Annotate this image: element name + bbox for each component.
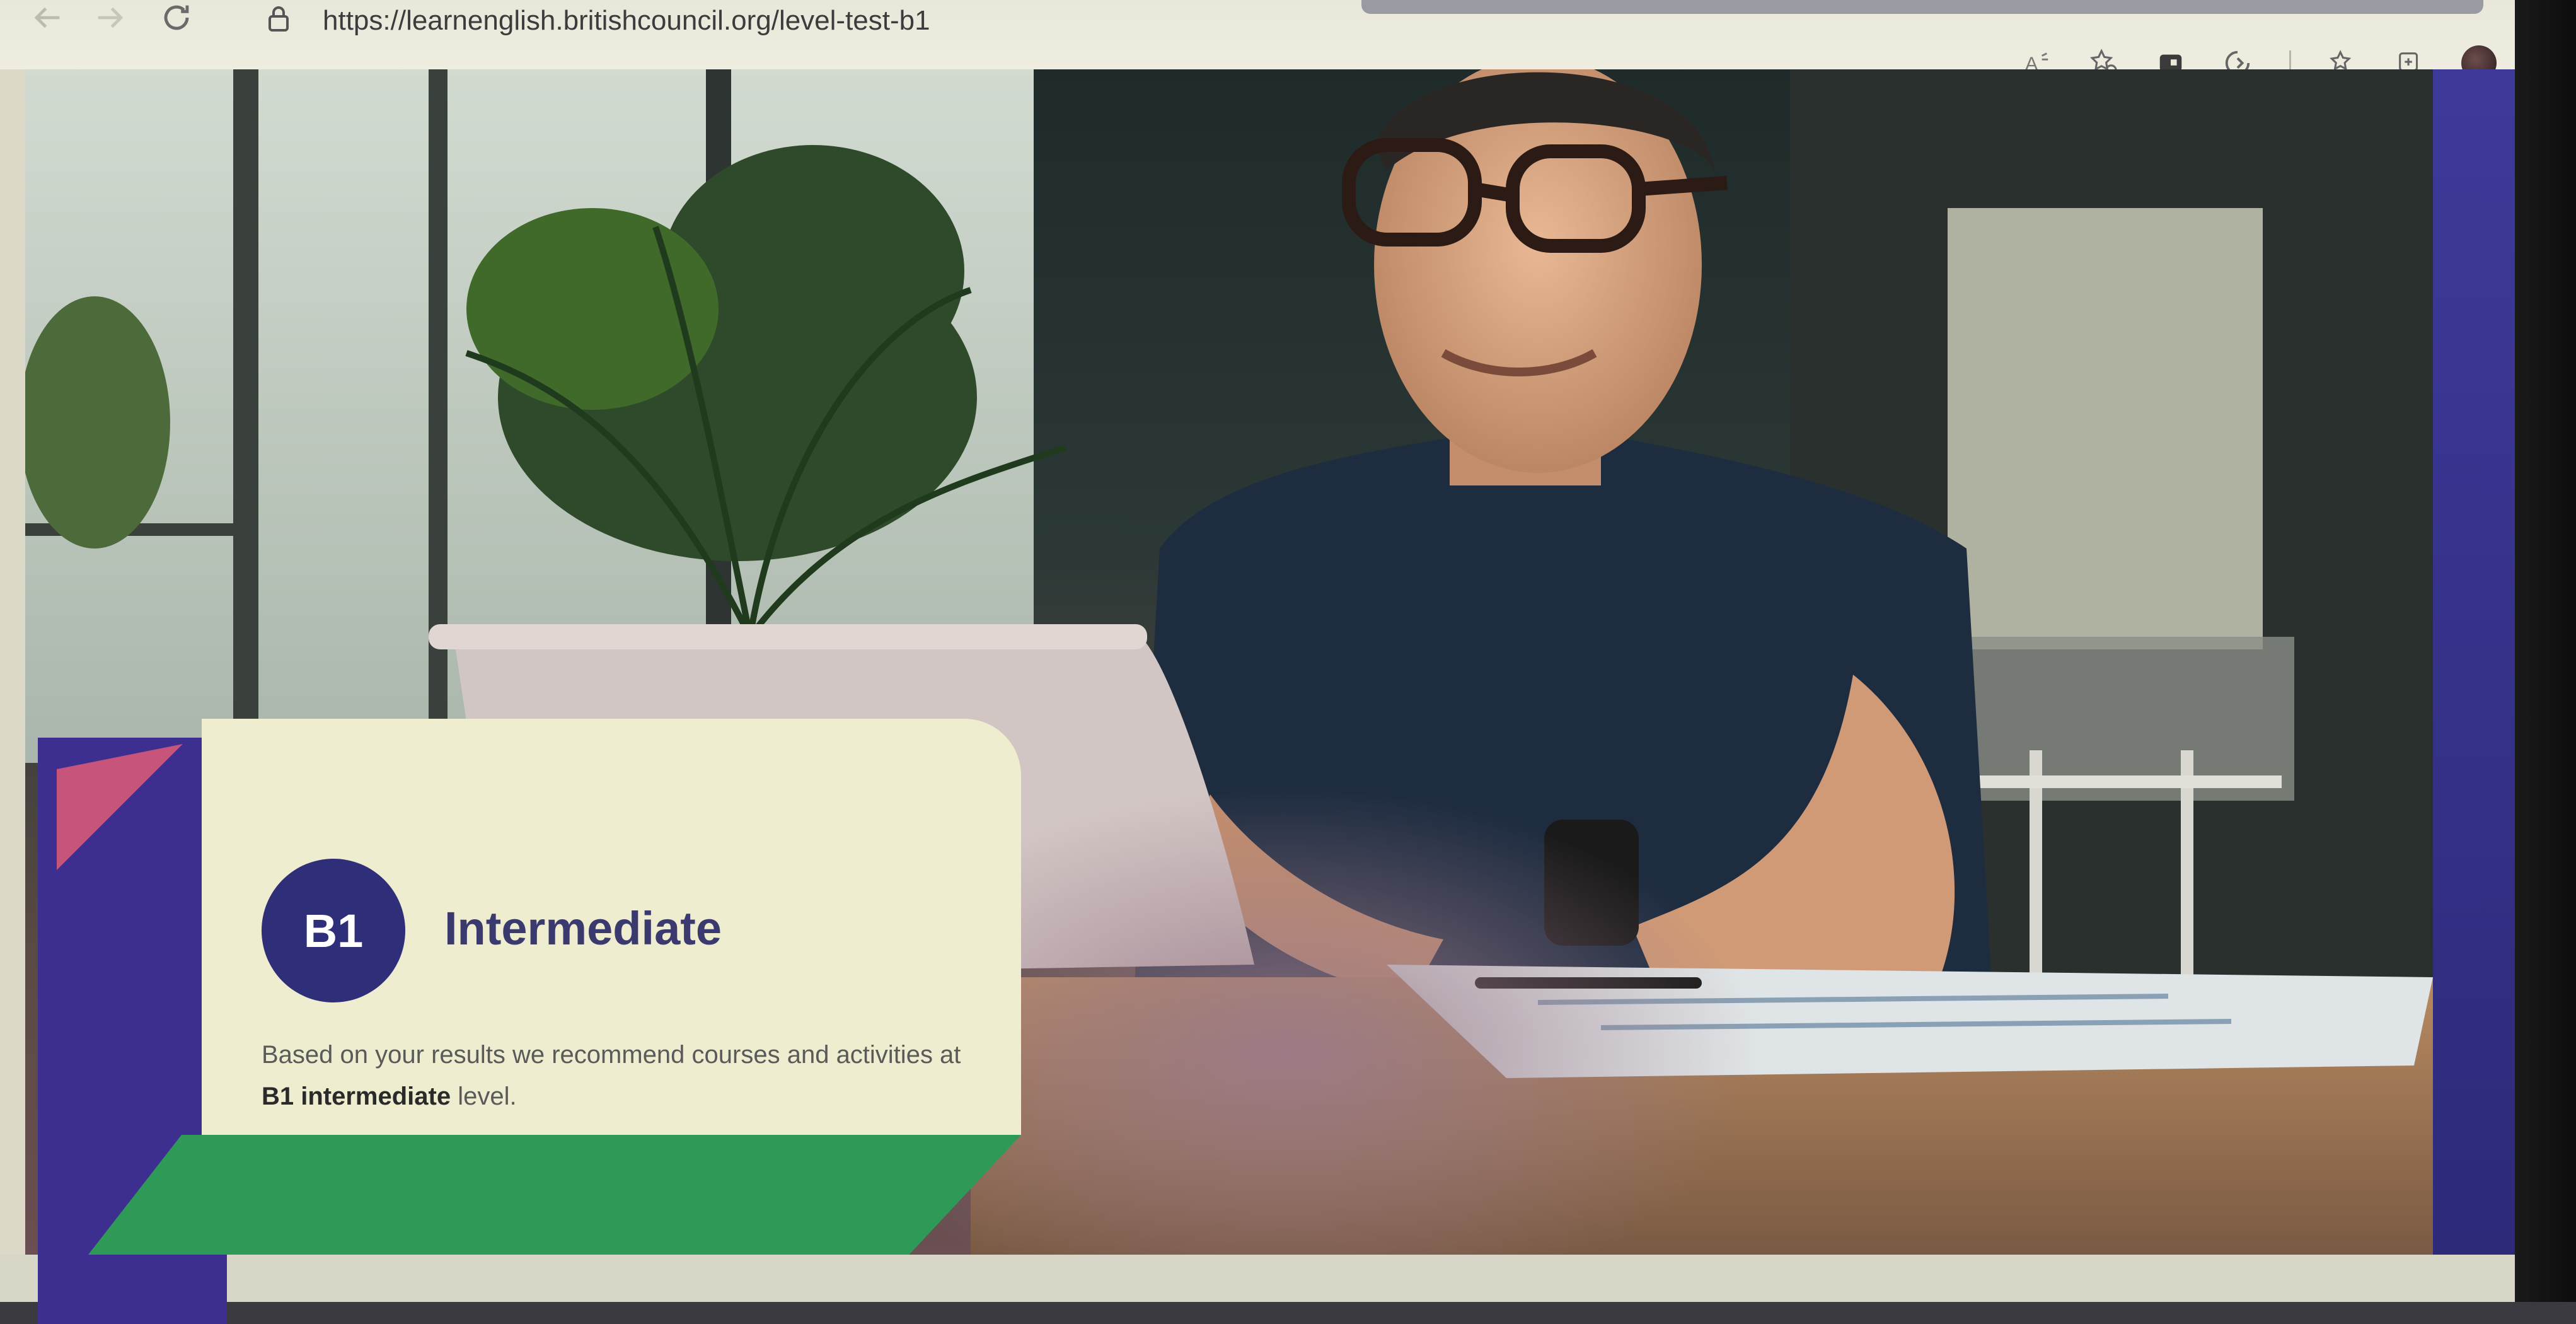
description-level: B1 intermediate: [262, 1083, 451, 1110]
back-arrow-icon: [34, 7, 60, 28]
back-button[interactable]: [25, 0, 69, 35]
description-suffix: level.: [451, 1083, 517, 1110]
description-text: Based on your results we recommend cours…: [262, 1041, 961, 1069]
browser-toolbar: https://learnenglish.britishcouncil.org/…: [0, 0, 2576, 81]
forward-arrow-icon: [98, 7, 124, 28]
refresh-button[interactable]: [154, 0, 199, 35]
lock-icon[interactable]: [263, 4, 294, 34]
level-title: Intermediate: [444, 902, 722, 955]
address-bar[interactable]: https://learnenglish.britishcouncil.org/…: [323, 5, 930, 37]
forward-button[interactable]: [88, 0, 132, 35]
level-description: Based on your results we recommend cours…: [262, 1034, 986, 1117]
card-accent-green: [88, 1135, 1021, 1255]
level-result-card: B1 Intermediate Based on your results we…: [202, 719, 1021, 1135]
refresh-icon: [164, 5, 189, 30]
monitor-bezel: [2515, 0, 2576, 1302]
page-footer-strip: [0, 1255, 2576, 1302]
page-content: B1 Intermediate Based on your results we…: [0, 69, 2576, 1324]
level-badge: B1: [262, 859, 405, 1002]
right-decoration: [2433, 69, 2527, 1255]
tab-strip: [1361, 0, 2483, 14]
